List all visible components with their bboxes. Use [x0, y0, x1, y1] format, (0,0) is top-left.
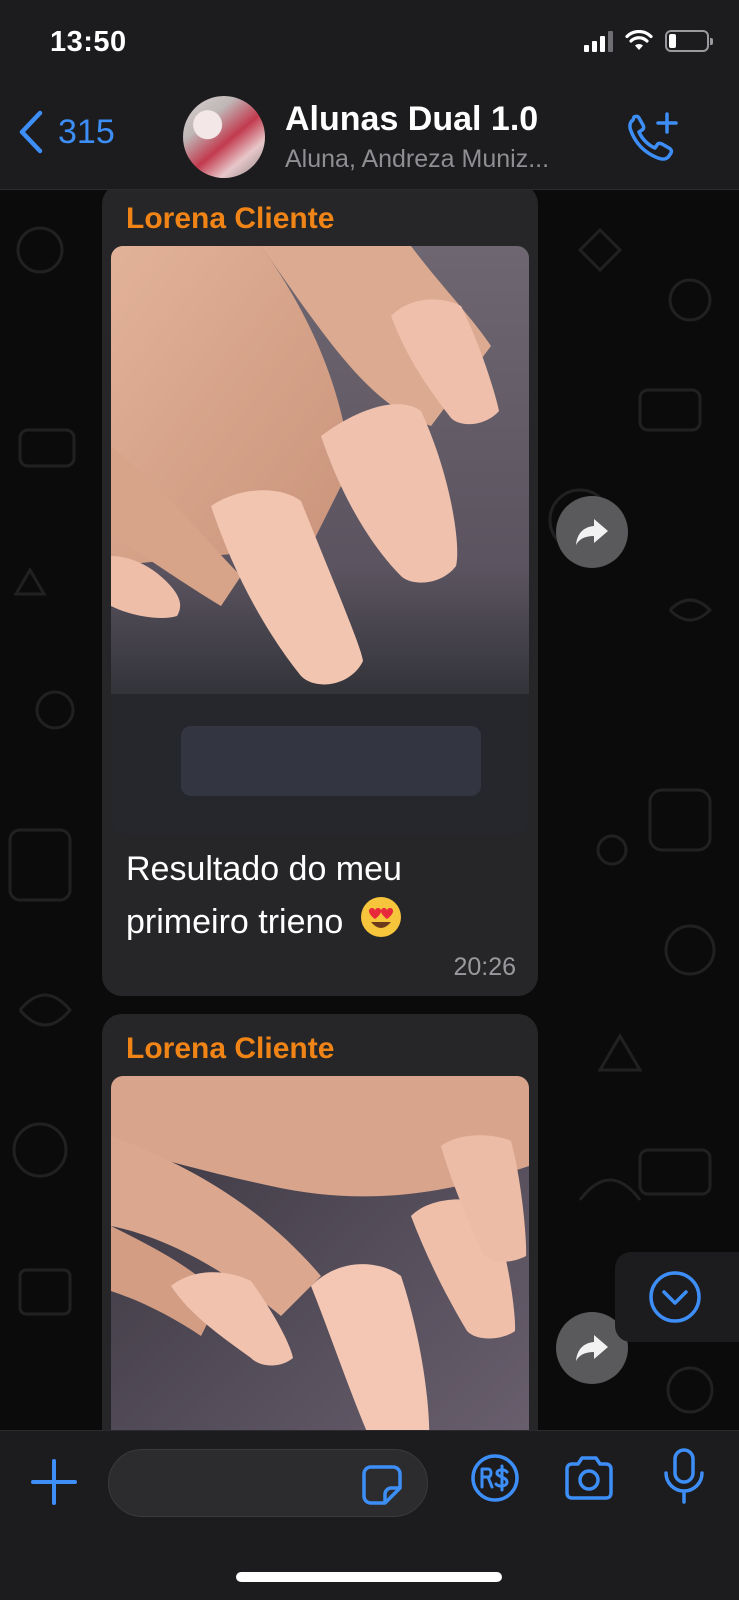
message-input[interactable] — [129, 1464, 339, 1504]
group-avatar[interactable] — [183, 96, 265, 178]
chat-participants[interactable]: Aluna, Andreza Muniz... — [285, 145, 549, 174]
scroll-to-bottom-button[interactable] — [615, 1252, 739, 1342]
plus-icon[interactable] — [30, 1458, 78, 1506]
microphone-icon[interactable] — [662, 1447, 706, 1505]
nail-photo-image — [111, 1076, 529, 1430]
cellular-signal-icon — [584, 30, 613, 52]
message-bubble[interactable]: Lorena Cliente — [102, 190, 538, 996]
battery-level — [669, 34, 677, 48]
chat-header: 13:50 315 Alunas Dual 1.0 Aluna, Andreza… — [0, 0, 739, 190]
message-sender[interactable]: Lorena Cliente — [126, 1032, 334, 1066]
message-composer — [0, 1430, 739, 1600]
forward-arrow-icon — [576, 1335, 608, 1361]
back-button[interactable]: 315 — [18, 110, 115, 154]
payment-icon[interactable] — [470, 1453, 520, 1503]
camera-icon[interactable] — [563, 1455, 615, 1501]
home-indicator[interactable] — [236, 1572, 502, 1582]
nail-photo-image — [111, 246, 529, 834]
message-bubble[interactable]: Lorena Cliente — [102, 1014, 538, 1430]
sticker-icon[interactable] — [361, 1464, 403, 1506]
message-caption: Resultado do meu primeiro trieno — [126, 844, 506, 948]
unread-chats-count: 315 — [58, 112, 115, 151]
heart-eyes-emoji — [360, 897, 401, 937]
status-icons — [584, 30, 713, 52]
message-input-field[interactable] — [108, 1449, 428, 1517]
chevron-left-icon — [19, 110, 43, 154]
wifi-icon — [625, 30, 653, 50]
forward-arrow-icon — [576, 519, 608, 545]
message-time: 20:26 — [453, 953, 516, 981]
chevron-down-circle-icon — [649, 1271, 701, 1323]
message-photo[interactable] — [111, 1076, 529, 1430]
battery-icon — [665, 30, 713, 52]
forward-button[interactable] — [556, 496, 628, 568]
status-time: 13:50 — [50, 26, 127, 58]
message-sender[interactable]: Lorena Cliente — [126, 202, 334, 236]
message-photo[interactable] — [111, 246, 529, 834]
chat-area[interactable]: Lorena Cliente Resultado do meu primeiro… — [0, 190, 739, 1430]
phone-add-icon[interactable] — [625, 112, 681, 164]
chat-title[interactable]: Alunas Dual 1.0 — [285, 100, 538, 139]
